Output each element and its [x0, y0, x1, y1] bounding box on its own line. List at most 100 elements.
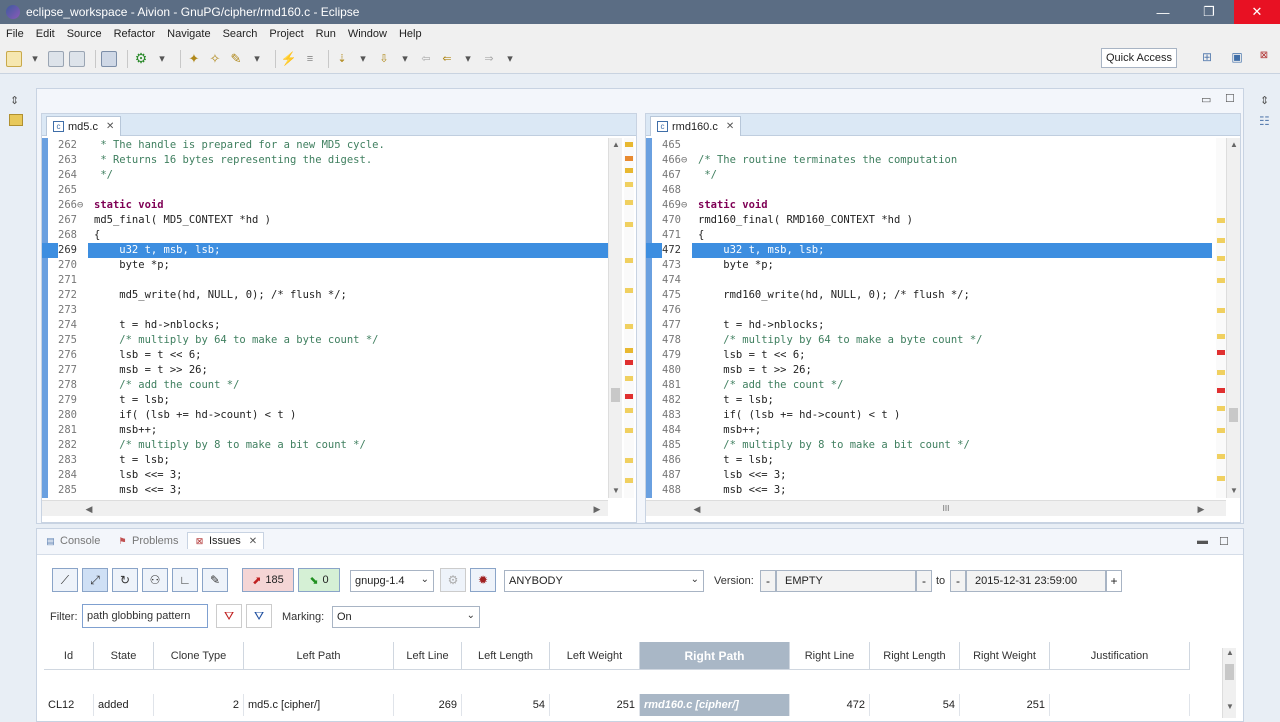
col-right-path[interactable]: Right Path — [640, 642, 790, 670]
scroll-thumb[interactable] — [1229, 408, 1238, 422]
dropdown-arrow-icon[interactable]: ▾ — [502, 51, 518, 67]
menu-source[interactable]: Source — [67, 28, 102, 40]
build-icon[interactable] — [101, 50, 117, 67]
code-line[interactable]: 488 msb <<= 3; — [646, 483, 1212, 498]
refresh-button[interactable]: ↻ — [112, 568, 138, 592]
date-minus-button[interactable]: - — [950, 570, 966, 592]
overview-mark[interactable] — [1217, 388, 1225, 393]
next-annotation-icon[interactable]: ⇩ — [376, 51, 392, 67]
col-justification[interactable]: Justification — [1050, 642, 1190, 670]
code-line[interactable]: 280 if( (lsb += hd->count) < t ) — [42, 408, 608, 423]
tab-md5-c[interactable]: c md5.c ✕ — [46, 116, 122, 136]
menu-file[interactable]: File — [6, 28, 24, 40]
code-line[interactable]: 484 msb++; — [646, 423, 1212, 438]
code-line[interactable]: 474 — [646, 273, 1212, 288]
overview-mark[interactable] — [625, 258, 633, 263]
tab-problems[interactable]: ⚑ Problems — [117, 535, 178, 547]
col-right-length[interactable]: Right Length — [870, 642, 960, 670]
menu-search[interactable]: Search — [223, 28, 258, 40]
dropdown-arrow-icon[interactable]: ▾ — [355, 51, 371, 67]
col-state[interactable]: State — [94, 642, 154, 670]
axis-button[interactable]: ∟ — [172, 568, 198, 592]
code-line[interactable]: 282 /* multiply by 8 to make a bit count… — [42, 438, 608, 453]
code-line[interactable]: 485 /* multiply by 8 to make a bit count… — [646, 438, 1212, 453]
code-line[interactable]: 284 lsb <<= 3; — [42, 468, 608, 483]
code-line[interactable]: 465 — [646, 138, 1212, 153]
restore-icon[interactable]: ⇕ — [10, 94, 19, 107]
overview-mark[interactable] — [625, 360, 633, 365]
date-plus-button[interactable]: + — [1106, 570, 1122, 592]
left-editor[interactable]: c md5.c ✕ 262 * The handle is prepared f… — [41, 113, 637, 523]
overview-mark[interactable] — [625, 142, 633, 147]
code-line[interactable]: 265 — [42, 183, 608, 198]
code-line[interactable]: 272 md5_write(hd, NULL, 0); /* flush */; — [42, 288, 608, 303]
code-line[interactable]: 478 /* multiply by 64 to make a byte cou… — [646, 333, 1212, 348]
version-minus-button[interactable]: - — [760, 570, 776, 592]
overview-mark[interactable] — [625, 408, 633, 413]
code-line[interactable]: 469⊖ static void — [646, 198, 1212, 213]
col-left-line[interactable]: Left Line — [394, 642, 462, 670]
tab-console[interactable]: ▤ Console — [45, 535, 100, 547]
overview-mark[interactable] — [1217, 454, 1225, 459]
upvote-button[interactable]: ⬈ 185 — [242, 568, 294, 592]
menu-help[interactable]: Help — [399, 28, 422, 40]
quick-access-field[interactable]: Quick Access — [1101, 48, 1177, 68]
scroll-right-icon[interactable]: ▶ — [590, 501, 604, 517]
close-tab-icon[interactable]: ✕ — [249, 536, 257, 547]
scroll-thumb[interactable] — [1225, 664, 1234, 680]
right-editor[interactable]: c rmd160.c ✕ 465 466⊖ /* The routine termi… — [645, 113, 1241, 523]
close-tab-icon[interactable]: ✕ — [726, 121, 734, 132]
scroll-up-icon[interactable]: ▲ — [1223, 648, 1237, 657]
compare-button[interactable]: ⚇ — [142, 568, 168, 592]
code-line[interactable]: 263 * Returns 16 bytes representing the … — [42, 153, 608, 168]
menu-refactor[interactable]: Refactor — [114, 28, 156, 40]
col-id[interactable]: Id — [44, 642, 94, 670]
right-horizontal-scrollbar[interactable]: ◀ III ▶ — [646, 500, 1226, 516]
table-row[interactable]: CL12 added 2 md5.c [cipher/] 269 54 251 … — [44, 694, 1190, 716]
code-line[interactable]: 481 /* add the count */ — [646, 378, 1212, 393]
code-line[interactable]: 473 byte *p; — [646, 258, 1212, 273]
annotation-icon[interactable]: ⇣ — [334, 51, 350, 67]
overview-mark[interactable] — [1217, 428, 1225, 433]
version-dropdown-button[interactable]: - — [916, 570, 932, 592]
minimize-button[interactable]: — — [1140, 0, 1186, 24]
scroll-up-icon[interactable]: ▲ — [609, 138, 623, 152]
overview-mark[interactable] — [1217, 218, 1225, 223]
code-line[interactable]: 470 rmd160_final( RMD160_CONTEXT *hd ) — [646, 213, 1212, 228]
version-field[interactable]: EMPTY — [776, 570, 916, 592]
code-line[interactable]: 276 lsb = t << 6; — [42, 348, 608, 363]
filter-input[interactable]: path globbing pattern — [82, 604, 208, 628]
tab-rmd160-c[interactable]: c rmd160.c ✕ — [650, 116, 742, 136]
scroll-thumb[interactable]: III — [936, 504, 956, 514]
code-line[interactable]: 262 * The handle is prepared for a new M… — [42, 138, 608, 153]
save-icon[interactable] — [48, 50, 64, 67]
code-line[interactable]: 270 byte *p; — [42, 258, 608, 273]
overview-mark[interactable] — [1217, 308, 1225, 313]
left-vertical-scrollbar[interactable]: ▲ ▼ — [608, 138, 622, 498]
last-edit-icon[interactable]: ⇦ — [418, 51, 434, 67]
expand-button[interactable]: ⤢ — [82, 568, 108, 592]
code-line[interactable]: 486 t = lsb; — [646, 453, 1212, 468]
dropdown-arrow-icon[interactable]: ▾ — [397, 51, 413, 67]
code-line[interactable]: 483 if( (lsb += hd->count) < t ) — [646, 408, 1212, 423]
menu-edit[interactable]: Edit — [36, 28, 55, 40]
code-line[interactable]: 487 lsb <<= 3; — [646, 468, 1212, 483]
cpp-perspective-icon[interactable]: ▣ — [1229, 50, 1245, 66]
code-line[interactable]: 273 — [42, 303, 608, 318]
folder-icon[interactable] — [9, 114, 23, 126]
clone-perspective-icon[interactable]: ⊠ — [1256, 50, 1272, 66]
outline-icon[interactable]: ☷ — [1259, 114, 1270, 128]
code-line[interactable]: 476 — [646, 303, 1212, 318]
code-line[interactable]: 482 t = lsb; — [646, 393, 1212, 408]
scroll-down-icon[interactable]: ▼ — [1223, 702, 1237, 711]
menu-navigate[interactable]: Navigate — [167, 28, 210, 40]
overview-mark[interactable] — [625, 222, 633, 227]
overview-mark[interactable] — [625, 168, 633, 173]
overview-mark[interactable] — [625, 458, 633, 463]
edit-button[interactable]: ✎ — [202, 568, 228, 592]
chart-button[interactable]: ⟋ — [52, 568, 78, 592]
code-line[interactable]: 269 u32 t, msb, lsb; — [42, 243, 608, 258]
open-type-icon[interactable]: ✦ — [186, 51, 202, 67]
table-vertical-scrollbar[interactable]: ▲ ▼ — [1222, 648, 1236, 718]
col-right-weight[interactable]: Right Weight — [960, 642, 1050, 670]
